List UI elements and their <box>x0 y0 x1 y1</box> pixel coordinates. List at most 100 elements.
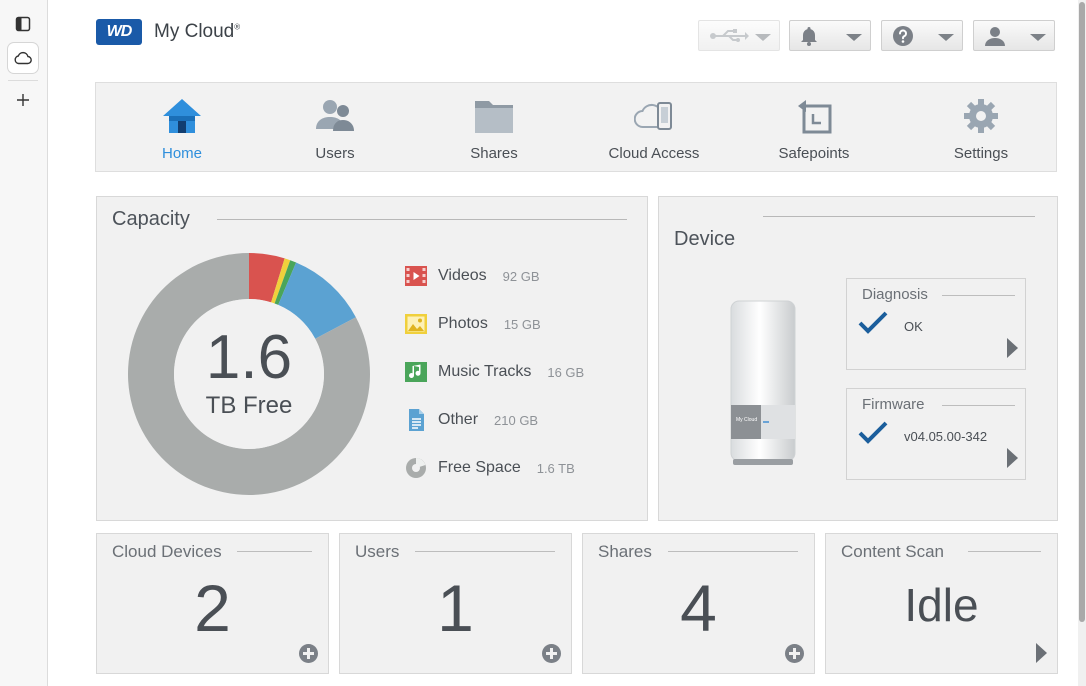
check-icon <box>858 421 888 444</box>
stat-rule <box>415 551 555 552</box>
chevron-right-icon[interactable] <box>1007 338 1018 358</box>
firmware-box[interactable]: Firmware v04.05.00-342 <box>846 388 1026 480</box>
sidebar-toggle-icon[interactable] <box>8 9 38 39</box>
account-button[interactable] <box>973 20 1055 51</box>
app-name: My Cloud <box>154 21 235 42</box>
nav-cloud-access[interactable]: Cloud Access <box>589 83 719 173</box>
help-icon <box>893 25 913 46</box>
photo-icon <box>405 314 427 334</box>
bell-icon <box>801 26 817 46</box>
home-icon <box>163 99 201 133</box>
legend-free-space: Free Space 1.6 TB <box>404 455 575 481</box>
diagnosis-title: Diagnosis <box>862 286 928 303</box>
legend-photos: Photos 15 GB <box>404 311 541 337</box>
wd-logo-badge: WD <box>96 19 142 45</box>
side-divider <box>8 80 38 81</box>
nav-users-label: Users <box>315 145 355 162</box>
stat-cloud-devices-value: 2 <box>194 571 231 645</box>
document-icon <box>409 409 424 431</box>
chevron-right-icon[interactable] <box>1007 448 1018 468</box>
firmware-title: Firmware <box>862 396 925 413</box>
add-share-icon[interactable] <box>785 644 804 663</box>
legend-videos-name: Videos <box>438 267 487 284</box>
add-tab-icon[interactable] <box>8 85 38 115</box>
legend-other: Other 210 GB <box>404 407 538 433</box>
video-icon <box>405 266 427 286</box>
nav-home-label: Home <box>161 145 202 162</box>
music-icon <box>405 362 427 382</box>
cloud-tab-icon[interactable] <box>8 43 38 73</box>
capacity-panel: Capacity 1.6 TB Free Videos 92 GB Photos… <box>96 196 648 521</box>
check-icon <box>858 311 888 334</box>
nav-shares-label: Shares <box>470 145 518 162</box>
stat-content-scan-title: Content Scan <box>841 542 945 561</box>
nav-settings[interactable]: Settings <box>916 83 1046 173</box>
usb-icon <box>710 28 749 42</box>
legend-photos-name: Photos <box>438 315 488 332</box>
chevron-right-icon[interactable] <box>1036 643 1047 663</box>
device-image <box>730 300 796 465</box>
nav-safepoints[interactable]: Safepoints <box>749 83 879 173</box>
diagnosis-box[interactable]: Diagnosis OK <box>846 278 1026 370</box>
stat-content-scan-value: Idle <box>904 579 979 631</box>
nav-home[interactable]: Home <box>117 83 247 173</box>
stat-shares[interactable]: Shares 4 <box>582 533 815 674</box>
device-panel: Device My Cloud Diagnosis OK Firmware v0… <box>658 196 1058 521</box>
stat-users-value: 1 <box>437 571 474 645</box>
stat-cloud-devices-title: Cloud Devices <box>112 542 222 561</box>
browser-side-strip <box>0 0 48 686</box>
legend-videos-value: 92 GB <box>502 268 540 284</box>
stat-rule <box>968 551 1041 552</box>
free-space-value: 1.6 <box>205 323 293 392</box>
stat-users[interactable]: Users 1 <box>339 533 572 674</box>
main-navigation: Home Users Shares Cloud Access Safepoint… <box>95 82 1057 172</box>
legend-other-name: Other <box>438 411 479 428</box>
add-user-icon[interactable] <box>542 644 561 663</box>
mycloud-dashboard: WD My Cloud® Home Users Shares Cloud Acc… <box>49 0 1078 686</box>
legend-free-space-name: Free Space <box>438 459 521 476</box>
free-space-unit: TB Free <box>205 392 293 419</box>
legend-music: Music Tracks 16 GB <box>404 359 584 385</box>
chevron-down-icon <box>938 34 954 41</box>
nav-settings-label: Settings <box>953 145 1009 162</box>
notifications-button[interactable] <box>789 20 871 51</box>
chevron-down-icon <box>1030 34 1046 41</box>
stat-content-scan[interactable]: Content Scan Idle <box>825 533 1058 674</box>
add-cloud-device-icon[interactable] <box>299 644 318 663</box>
diagnosis-value: OK <box>904 319 923 334</box>
device-title-rule <box>763 216 1035 217</box>
nav-cloud-access-label: Cloud Access <box>608 145 700 162</box>
nav-users[interactable]: Users <box>270 83 400 173</box>
safepoint-icon <box>798 100 832 134</box>
usb-button[interactable] <box>698 20 780 51</box>
cloud-device-icon <box>634 102 672 130</box>
pie-icon <box>406 458 426 478</box>
stat-shares-title: Shares <box>598 542 652 561</box>
legend-photos-value: 15 GB <box>503 316 541 332</box>
stat-rule <box>237 551 312 552</box>
nav-shares[interactable]: Shares <box>429 83 559 173</box>
help-button[interactable] <box>881 20 963 51</box>
stat-cloud-devices[interactable]: Cloud Devices 2 <box>96 533 329 674</box>
legend-free-space-value: 1.6 TB <box>536 460 575 476</box>
legend-music-name: Music Tracks <box>438 363 532 380</box>
chevron-down-icon <box>846 34 862 41</box>
stat-shares-value: 4 <box>680 571 717 645</box>
chevron-down-icon <box>755 34 771 41</box>
legend-other-value: 210 GB <box>494 412 539 428</box>
stat-rule <box>668 551 798 552</box>
capacity-title: Capacity <box>112 208 190 230</box>
users-icon <box>316 100 354 131</box>
scrollbar-thumb[interactable] <box>1079 2 1085 622</box>
device-title: Device <box>674 228 736 250</box>
brand-logo: WD My Cloud® <box>96 19 240 45</box>
legend-videos: Videos 92 GB <box>404 263 540 289</box>
legend-music-value: 16 GB <box>547 364 585 380</box>
firmware-value: v04.05.00-342 <box>904 429 988 444</box>
stat-users-title: Users <box>355 542 400 561</box>
folder-icon <box>475 101 513 133</box>
page-scrollbar[interactable] <box>1078 0 1086 686</box>
device-product-label: My Cloud <box>736 417 758 423</box>
capacity-title-rule <box>217 219 627 220</box>
diagnosis-rule <box>942 295 1015 296</box>
